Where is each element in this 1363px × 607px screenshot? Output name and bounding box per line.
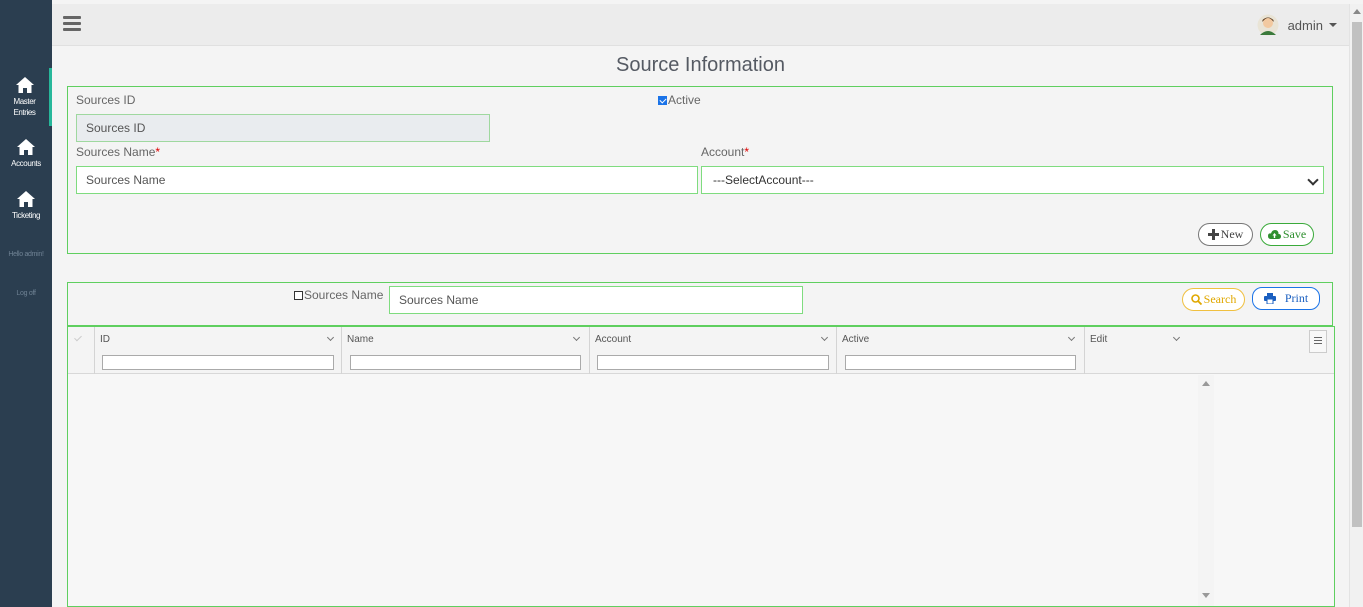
check-icon xyxy=(74,333,82,342)
new-button-label: New xyxy=(1220,227,1244,241)
grid-header: ID Name Account Active Edit xyxy=(68,327,1334,374)
sources-name-checkbox[interactable] xyxy=(294,291,303,300)
save-button-label: Save xyxy=(1282,227,1307,241)
hamburger-icon[interactable] xyxy=(63,16,81,32)
home-icon xyxy=(15,77,34,93)
sidebar-item-label: Accounts xyxy=(11,159,41,168)
column-header-edit[interactable]: Edit xyxy=(1084,327,1199,374)
sidebar-item-label: Master xyxy=(13,97,36,106)
sources-id-field[interactable] xyxy=(76,114,490,142)
search-panel: Sources Name Search Print xyxy=(67,282,1333,326)
scroll-up-icon[interactable] xyxy=(1202,381,1210,386)
page-title: Source Information xyxy=(616,54,785,76)
printer-icon xyxy=(1263,293,1276,304)
sources-name-checkbox-label: Sources Name xyxy=(304,288,384,302)
column-header-active[interactable]: Active xyxy=(836,327,1084,374)
sources-name-label: Sources Name xyxy=(76,145,156,159)
sidebar-item-accounts[interactable]: Accounts xyxy=(0,138,52,174)
filter-input-active[interactable] xyxy=(845,355,1076,370)
search-button-label: Search xyxy=(1203,292,1237,306)
column-title: Account xyxy=(595,334,632,345)
chevron-down-icon[interactable] xyxy=(820,333,829,342)
user-name: admin xyxy=(1287,17,1323,33)
active-checkbox[interactable] xyxy=(658,96,667,105)
column-header-id[interactable]: ID xyxy=(94,327,341,374)
top-bar: admin xyxy=(52,4,1349,46)
search-input[interactable] xyxy=(389,286,803,314)
chevron-down-icon[interactable] xyxy=(326,333,335,342)
scrollbar-thumb[interactable] xyxy=(1352,22,1362,527)
plus-icon xyxy=(1207,229,1219,240)
caret-down-icon xyxy=(1329,23,1337,27)
sources-grid: ID Name Account Active Edit xyxy=(67,326,1335,607)
logout-link[interactable]: Log off xyxy=(0,290,52,297)
filter-input-name[interactable] xyxy=(350,355,581,370)
required-mark: * xyxy=(155,145,161,159)
required-mark: * xyxy=(744,145,750,159)
sidebar-item-master-entries[interactable]: Master Entries xyxy=(0,68,52,126)
home-icon xyxy=(17,139,35,155)
source-form-panel: Sources ID Active Sources Name* Account*… xyxy=(67,86,1333,254)
page-scrollbar[interactable] xyxy=(1349,4,1363,607)
column-header-account[interactable]: Account xyxy=(589,327,836,374)
new-button[interactable]: New xyxy=(1198,223,1253,246)
active-checkbox-wrap[interactable]: Active xyxy=(658,93,701,107)
sources-name-field[interactable] xyxy=(76,166,698,194)
column-title: Name xyxy=(347,334,374,345)
column-header-name[interactable]: Name xyxy=(341,327,589,374)
home-icon xyxy=(17,191,35,207)
chevron-down-icon xyxy=(1307,174,1319,186)
sources-id-label: Sources ID xyxy=(76,93,136,107)
sources-name-label-wrap: Sources Name* xyxy=(76,145,160,159)
column-title: Active xyxy=(842,334,870,345)
sidebar-item-label: Entries xyxy=(13,108,36,117)
sidebar-item-ticketing[interactable]: Ticketing xyxy=(0,190,52,226)
filter-input-account[interactable] xyxy=(597,355,829,370)
search-button[interactable]: Search xyxy=(1182,288,1245,311)
chevron-down-icon[interactable] xyxy=(1172,333,1181,342)
scroll-down-icon[interactable] xyxy=(1202,593,1210,598)
sidebar-item-label: Ticketing xyxy=(11,211,41,220)
account-label-wrap: Account* xyxy=(701,145,749,159)
search-icon xyxy=(1190,294,1202,305)
active-label: Active xyxy=(668,93,701,107)
user-avatar-icon xyxy=(1257,14,1279,36)
grid-scrollbar[interactable] xyxy=(1198,375,1214,606)
grid-menu-icon[interactable] xyxy=(1309,330,1327,353)
print-button-label: Print xyxy=(1284,291,1309,305)
filter-input-id[interactable] xyxy=(102,355,334,370)
user-menu[interactable]: admin xyxy=(1257,13,1337,37)
column-title: Edit xyxy=(1090,334,1108,345)
sources-name-filter-wrap[interactable]: Sources Name xyxy=(294,288,383,302)
sidebar: Master Entries Accounts Ticketing Hello … xyxy=(0,0,52,607)
greeting-text: Hello admin! xyxy=(8,251,44,258)
select-all-cell[interactable] xyxy=(68,327,94,374)
scroll-up-icon[interactable] xyxy=(1353,9,1361,14)
chevron-down-icon[interactable] xyxy=(572,333,581,342)
account-select-value: ---SelectAccount--- xyxy=(713,173,814,187)
cloud-upload-icon xyxy=(1267,230,1281,239)
chevron-down-icon[interactable] xyxy=(1067,333,1076,342)
app-root: Master Entries Accounts Ticketing Hello … xyxy=(0,0,1363,607)
account-select[interactable]: ---SelectAccount--- xyxy=(701,166,1324,194)
column-title: ID xyxy=(100,334,110,345)
print-button[interactable]: Print xyxy=(1252,287,1320,310)
account-label: Account xyxy=(701,145,745,159)
save-button[interactable]: Save xyxy=(1260,223,1314,246)
